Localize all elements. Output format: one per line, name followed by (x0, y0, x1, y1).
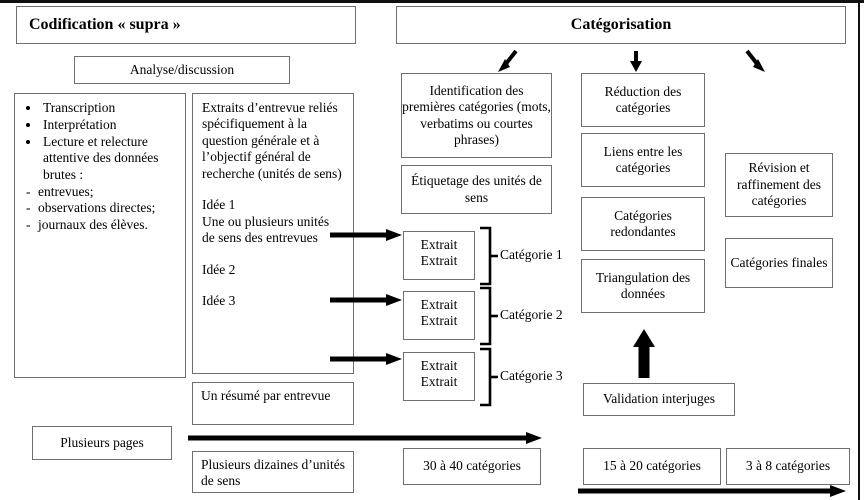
arrow-idea2-to-extrait-group-2 (330, 294, 402, 306)
arrow-up-validation-to-triangulation (633, 329, 655, 378)
box-30-a-40-categories: 30 à 40 catégories (403, 448, 541, 485)
box-identification-premieres-categories: Identification des premières catégories … (401, 73, 552, 158)
box-categories-finales-label: Catégories finales (730, 254, 828, 270)
box-codification-steps: Transcription Interprétation Lecture et … (14, 93, 186, 378)
box-resume-par-entrevue-label: Un résumé par entrevue (201, 388, 331, 403)
arrow-down-right-to-revision (745, 49, 765, 72)
codification-step-item: Lecture et relecture attentive des donné… (41, 134, 176, 183)
arrow-volume-progression-left (188, 432, 542, 444)
extraits-spacer (202, 278, 344, 293)
box-categories-redondantes: Catégories redondantes (581, 197, 705, 251)
extrait-line: Extrait (420, 297, 458, 312)
box-validation-interjuges-label: Validation interjuges (602, 391, 716, 407)
extraits-spacer (202, 182, 344, 197)
page-frame-top-rule (0, 0, 864, 3)
box-revision-raffinement-categories: Révision et raffinement des catégories (725, 153, 833, 217)
brace-categorie-3 (480, 347, 498, 407)
box-categories-finales: Catégories finales (725, 238, 833, 288)
extraits-idea2-title: Idée 2 (202, 261, 236, 277)
label-categorie-2: Catégorie 2 (500, 307, 563, 322)
extrait-line: Extrait (420, 237, 458, 252)
box-etiquetage-unites-de-sens: Étiquetage des unités de sens (401, 165, 552, 214)
box-identification-premieres-categories-label: Identification des premières catégories … (402, 82, 551, 147)
box-etiquetage-unites-de-sens-label: Étiquetage des unités de sens (411, 173, 542, 205)
box-liens-entre-les-categories: Liens entre les catégories (581, 133, 705, 187)
box-analyse-discussion: Analyse/discussion (74, 56, 290, 84)
box-3-a-8-categories-label: 3 à 8 catégories (745, 458, 831, 474)
extrait-line: Extrait (420, 374, 458, 390)
box-15-a-20-categories-label: 15 à 20 catégories (603, 458, 701, 474)
box-resume-par-entrevue: Un résumé par entrevue (192, 382, 354, 425)
codification-sub-item: journaux des élèves. (26, 217, 176, 234)
extraits-idea1-text: Une ou plusieurs unités de sens des entr… (202, 213, 330, 246)
label-categorie-3: Catégorie 3 (500, 368, 563, 383)
header-categorisation-label: Catégorisation (570, 16, 672, 34)
diagram-canvas: Codification « supra » Catégorisation An… (0, 0, 864, 500)
box-triangulation-des-donnees-label: Triangulation des données (595, 269, 691, 301)
brace-categorie-1 (480, 226, 498, 286)
page-frame-right-rule (858, 0, 860, 500)
codification-step-item: Transcription (41, 100, 176, 116)
box-triangulation-des-donnees: Triangulation des données (581, 259, 705, 313)
box-extrait-group-1: Extrait Extrait (403, 231, 475, 280)
extraits-spacer (202, 247, 344, 262)
box-3-a-8-categories: 3 à 8 catégories (726, 448, 850, 485)
arrow-idea3-to-extrait-group-3 (330, 353, 402, 365)
box-plusieurs-dizaines-unites: Plusieurs dizaines d’unités de sens (192, 451, 354, 493)
codification-step-item: Interprétation (41, 117, 176, 133)
codification-sub-item: observations directes; (26, 200, 176, 217)
codification-sub-item: entrevues; (26, 184, 176, 201)
extrait-line: Extrait (420, 358, 458, 373)
box-15-a-20-categories: 15 à 20 catégories (583, 448, 721, 485)
extrait-line: Extrait (420, 253, 458, 269)
extraits-intro-text: Extraits d’entrevue reliés spécifiquemen… (202, 100, 342, 181)
codification-steps-bullet-list: Transcription Interprétation Lecture et … (24, 100, 176, 183)
box-extrait-group-2: Extrait Extrait (403, 291, 475, 340)
header-codification-label: Codification « supra » (29, 16, 181, 34)
box-categories-redondantes-label: Catégories redondantes (610, 207, 676, 239)
label-categorie-1: Catégorie 1 (500, 247, 563, 262)
box-reduction-des-categories: Réduction des catégories (581, 73, 705, 127)
box-plusieurs-pages: Plusieurs pages (32, 426, 172, 460)
header-categorisation: Catégorisation (396, 6, 846, 44)
arrow-volume-progression-right (578, 485, 846, 497)
extraits-idea1-title: Idée 1 (202, 197, 236, 213)
box-validation-interjuges: Validation interjuges (583, 383, 735, 416)
box-reduction-des-categories-label: Réduction des catégories (604, 83, 682, 115)
codification-sub-item-list: entrevues; observations directes; journa… (24, 184, 176, 234)
brace-categorie-2 (480, 286, 498, 346)
box-revision-raffinement-categories-label: Révision et raffinement des catégories (736, 160, 822, 209)
extrait-line: Extrait (420, 313, 458, 329)
header-codification: Codification « supra » (16, 6, 356, 44)
box-extrait-group-3: Extrait Extrait (403, 352, 475, 401)
box-plusieurs-dizaines-unites-label: Plusieurs dizaines d’unités de sens (201, 457, 345, 489)
box-plusieurs-pages-label: Plusieurs pages (60, 434, 144, 450)
box-analyse-discussion-label: Analyse/discussion (129, 61, 235, 77)
box-30-a-40-categories-label: 30 à 40 catégories (423, 458, 521, 474)
box-liens-entre-les-categories-label: Liens entre les catégories (603, 143, 683, 175)
arrow-idea1-to-extrait-group-1 (330, 229, 402, 241)
extraits-idea3-title: Idée 3 (202, 293, 236, 309)
